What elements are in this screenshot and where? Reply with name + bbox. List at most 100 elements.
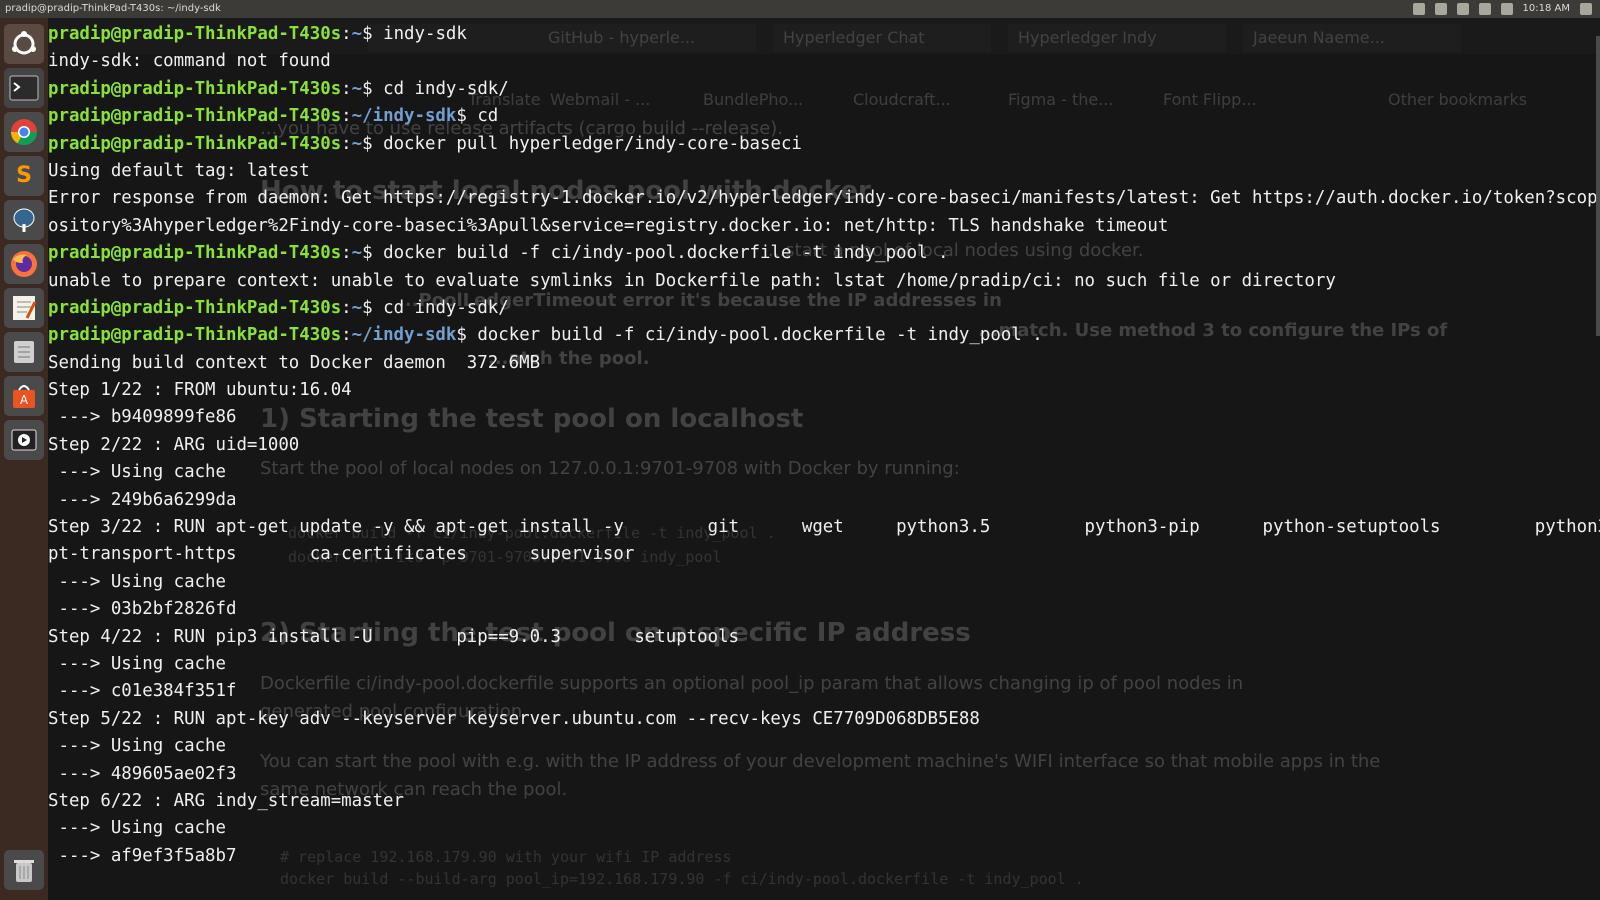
terminal-icon bbox=[9, 75, 39, 101]
prompt-separator: : bbox=[341, 78, 352, 99]
command-text: docker build -f ci/indy-pool.dockerfile … bbox=[372, 243, 949, 264]
prompt-path: ~/indy-sdk bbox=[351, 106, 457, 127]
terminal-output-line: Step 6/22 : ARG indy_stream=master bbox=[48, 790, 404, 811]
trash-icon bbox=[14, 860, 34, 882]
terminal-output-line: ---> Using cache bbox=[48, 571, 226, 592]
svg-text:A: A bbox=[20, 393, 29, 407]
command-text: cd bbox=[466, 106, 499, 127]
prompt-path: ~/indy-sdk bbox=[351, 325, 457, 346]
prompt-separator: : bbox=[341, 106, 352, 127]
window-title: pradip@pradip-ThinkPad-T430s: ~/indy-sdk bbox=[5, 3, 221, 14]
prompt-separator: : bbox=[341, 297, 352, 318]
terminal-output-line: indy-sdk: command not found bbox=[48, 51, 331, 72]
battery-icon[interactable] bbox=[1478, 3, 1491, 15]
prompt-separator: : bbox=[341, 325, 352, 346]
terminal-output[interactable]: pradip@pradip-ThinkPad-T430s:~$ indy-sdk… bbox=[48, 21, 1600, 870]
chrome-icon bbox=[10, 119, 38, 146]
terminal-output-line: ---> Using cache bbox=[48, 736, 226, 757]
network-icon[interactable] bbox=[1412, 3, 1425, 15]
terminal-output-line: Sending build context to Docker daemon 3… bbox=[48, 352, 541, 373]
launcher-software-center[interactable]: A bbox=[4, 376, 44, 416]
prompt-user: pradip@pradip-ThinkPad-T430s bbox=[48, 106, 342, 127]
terminal-output-line: Step 3/22 : RUN apt-get update -y && apt… bbox=[48, 517, 1600, 538]
terminal-output-line: ---> 249b6a6299da bbox=[48, 489, 237, 510]
prompt-user: pradip@pradip-ThinkPad-T430s bbox=[48, 325, 342, 346]
terminal-output-line: ---> Using cache bbox=[48, 653, 226, 674]
command-text: cd indy-sdk/ bbox=[372, 297, 509, 318]
prompt-separator: : bbox=[341, 243, 352, 264]
terminal-prompt-line: pradip@pradip-ThinkPad-T430s:~$ docker b… bbox=[48, 240, 1600, 267]
terminal-output-line: ---> 03b2bf2826fd bbox=[48, 599, 237, 620]
launcher-chrome[interactable] bbox=[4, 112, 44, 152]
terminal-output-line: ---> b9409899fe86 bbox=[48, 407, 237, 428]
terminal-output-line: Step 5/22 : RUN apt-key adv --keyserver … bbox=[48, 708, 980, 729]
prompt-user: pradip@pradip-ThinkPad-T430s bbox=[48, 243, 342, 264]
command-text: docker pull hyperledger/indy-core-baseci bbox=[372, 133, 802, 154]
prompt-user: pradip@pradip-ThinkPad-T430s bbox=[48, 133, 342, 154]
prompt-path: ~ bbox=[351, 243, 363, 264]
prompt-separator: : bbox=[341, 24, 352, 44]
launcher-file-manager[interactable] bbox=[4, 332, 44, 372]
volume-icon[interactable] bbox=[1500, 3, 1513, 15]
prompt-symbol: $ bbox=[362, 297, 373, 318]
terminal-prompt-line: pradip@pradip-ThinkPad-T430s:~$ cd indy-… bbox=[48, 295, 1600, 322]
prompt-path: ~ bbox=[351, 297, 363, 318]
prompt-path: ~ bbox=[351, 78, 363, 99]
file-manager-icon bbox=[14, 341, 34, 363]
launcher-pgadmin[interactable] bbox=[4, 200, 44, 240]
terminal-prompt-line: pradip@pradip-ThinkPad-T430s:~$ cd indy-… bbox=[48, 76, 1600, 103]
top-panel: pradip@pradip-ThinkPad-T430s: ~/indy-sdk… bbox=[0, 0, 1600, 18]
prompt-symbol: $ bbox=[362, 78, 373, 99]
launcher-terminal[interactable] bbox=[4, 68, 44, 108]
terminal-output-line: ---> af9ef3f5a8b7 bbox=[48, 845, 237, 866]
terminal-window[interactable]: GitHub - hyperle... Hyperledger Chat Hyp… bbox=[48, 18, 1600, 900]
terminal-output-line: Using default tag: latest bbox=[48, 160, 310, 181]
terminal-scrollbar[interactable] bbox=[1596, 36, 1600, 336]
prompt-symbol: $ bbox=[362, 243, 373, 264]
keyboard-layout-icon[interactable] bbox=[1434, 3, 1447, 15]
terminal-output-line: ---> 489605ae02f3 bbox=[48, 763, 237, 784]
video-player-icon bbox=[11, 429, 37, 451]
terminal-output-line: Step 4/22 : RUN pip3 install -U pip==9.0… bbox=[48, 626, 740, 647]
terminal-output-line: ository%3Ahyperledger%2Findy-core-baseci… bbox=[48, 215, 1169, 236]
settings-icon[interactable] bbox=[1580, 3, 1592, 15]
terminal-prompt-line: pradip@pradip-ThinkPad-T430s:~/indy-sdk$… bbox=[48, 103, 1600, 130]
launcher-trash[interactable] bbox=[4, 850, 44, 890]
terminal-output-line: ---> Using cache bbox=[48, 818, 226, 839]
terminal-output-line: Step 2/22 : ARG uid=1000 bbox=[48, 434, 300, 455]
terminal-prompt-line: pradip@pradip-ThinkPad-T430s:~$ docker p… bbox=[48, 131, 1600, 158]
launcher-text-editor[interactable] bbox=[4, 288, 44, 328]
prompt-symbol: $ bbox=[456, 106, 467, 127]
doc-code: docker build --build-arg pool_ip=192.168… bbox=[280, 870, 1084, 888]
software-center-icon: A bbox=[13, 385, 35, 408]
terminal-output-line: unable to prepare context: unable to eva… bbox=[48, 270, 1336, 291]
elephant-icon bbox=[13, 208, 35, 232]
bluetooth-icon[interactable] bbox=[1456, 3, 1469, 15]
prompt-symbol: $ bbox=[362, 133, 373, 154]
command-text: indy-sdk bbox=[372, 24, 467, 44]
command-text: cd indy-sdk/ bbox=[372, 78, 509, 99]
prompt-user: pradip@pradip-ThinkPad-T430s bbox=[48, 78, 342, 99]
prompt-path: ~ bbox=[351, 24, 363, 44]
ubuntu-logo-icon bbox=[12, 31, 36, 55]
launcher-dash-home[interactable] bbox=[4, 24, 44, 64]
launcher-video-player[interactable] bbox=[4, 420, 44, 460]
prompt-separator: : bbox=[341, 133, 352, 154]
command-text: docker build -f ci/indy-pool.dockerfile … bbox=[466, 325, 1043, 346]
prompt-symbol: $ bbox=[456, 325, 467, 346]
prompt-symbol: $ bbox=[362, 24, 373, 44]
terminal-output-line: ---> Using cache bbox=[48, 462, 226, 483]
launcher-firefox[interactable] bbox=[4, 244, 44, 284]
prompt-user: pradip@pradip-ThinkPad-T430s bbox=[48, 297, 342, 318]
launcher: S A bbox=[0, 18, 48, 900]
firefox-icon bbox=[11, 251, 37, 277]
terminal-output-line: Step 1/22 : FROM ubuntu:16.04 bbox=[48, 380, 352, 401]
system-tray: 10:18 AM bbox=[1412, 0, 1592, 18]
terminal-output-line: ---> c01e384f351f bbox=[48, 681, 237, 702]
launcher-sublime-text[interactable]: S bbox=[4, 156, 44, 196]
prompt-user: pradip@pradip-ThinkPad-T430s bbox=[48, 24, 342, 44]
terminal-prompt-line: pradip@pradip-ThinkPad-T430s:~/indy-sdk$… bbox=[48, 322, 1600, 349]
clock[interactable]: 10:18 AM bbox=[1523, 0, 1570, 18]
sublime-text-icon: S bbox=[16, 163, 32, 188]
terminal-output-line: Error response from daemon: Get https://… bbox=[48, 188, 1600, 209]
